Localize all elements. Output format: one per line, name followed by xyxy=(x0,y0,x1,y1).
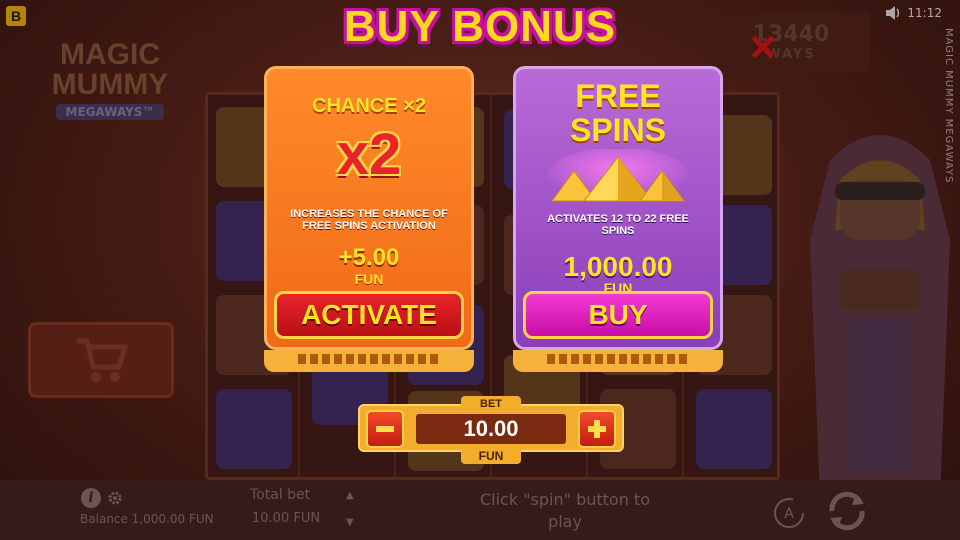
chance-x2-card: CHANCE ×2 x2 INCREASES THE CHANCE OF FRE… xyxy=(264,66,474,350)
bet-panel: BET 10.00 FUN xyxy=(358,396,624,464)
buy-button[interactable]: BUY xyxy=(523,291,713,339)
bet-label: BET xyxy=(461,396,521,412)
free-spins-heading-line-2: SPINS xyxy=(569,112,667,148)
multiplier-x2: x2 xyxy=(336,122,402,187)
free-spins-price: 1,000.00 xyxy=(563,251,673,282)
minus-icon xyxy=(376,426,394,432)
bet-minus-button[interactable] xyxy=(366,410,404,448)
bet-plus-button[interactable] xyxy=(578,410,616,448)
chance-card-base xyxy=(264,350,474,372)
chance-price: +5.00 xyxy=(338,244,400,271)
activate-button[interactable]: ACTIVATE xyxy=(274,291,464,339)
chance-heading: CHANCE ×2 xyxy=(312,95,426,117)
bet-value: 10.00 xyxy=(416,414,566,444)
free-spins-heading: FREE SPINS xyxy=(516,79,720,147)
modal-title: BUY BONUS xyxy=(343,2,617,51)
pyramids-icon xyxy=(548,149,688,203)
free-spins-card-base xyxy=(513,350,723,372)
free-spins-description: ACTIVATES 12 TO 22 FREE SPINS xyxy=(547,213,689,237)
chance-description: INCREASES THE CHANCE OF FREE SPINS ACTIV… xyxy=(290,208,448,232)
free-spins-heading-line-1: FREE xyxy=(575,78,661,114)
free-spins-card: FREE SPINS ACTIVATES 12 TO 22 FREE SPINS… xyxy=(513,66,723,350)
chance-currency: FUN xyxy=(354,271,384,287)
bet-currency: FUN xyxy=(461,448,521,464)
plus-icon xyxy=(588,420,606,438)
